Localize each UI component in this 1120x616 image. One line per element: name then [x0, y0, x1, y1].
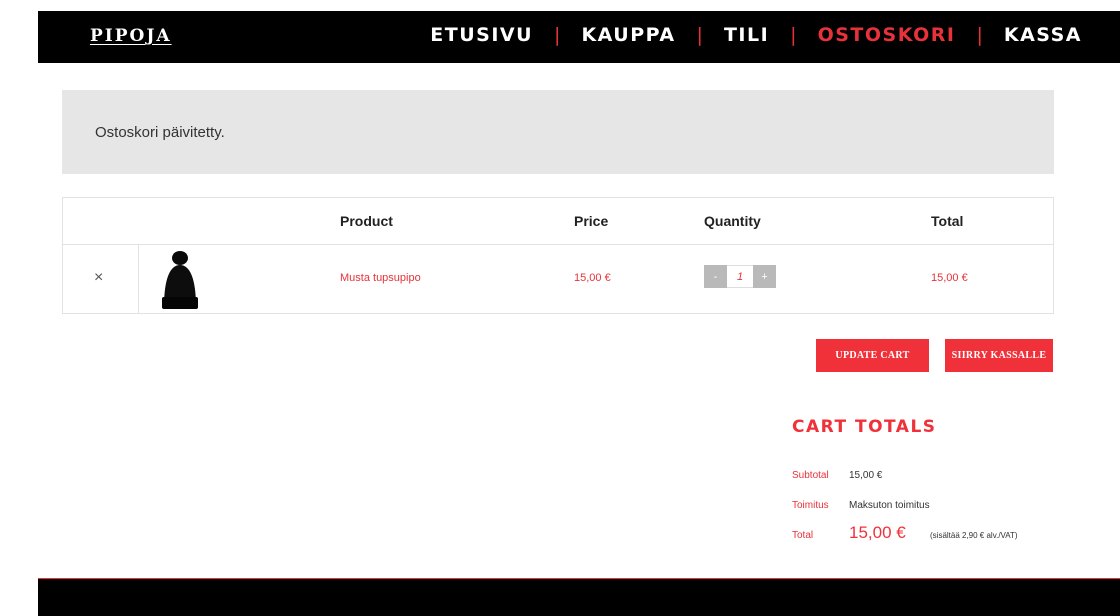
product-name-link[interactable]: Musta tupsupipo [340, 272, 421, 284]
subtotal-label: Subtotal [792, 470, 829, 481]
column-header-price: Price [574, 213, 609, 229]
quantity-decrease-button[interactable]: - [704, 265, 727, 288]
grand-total-value: 15,00 € [849, 523, 906, 542]
nav-separator: | [554, 24, 561, 46]
vat-note: (sisältää 2,90 € alv./VAT) [930, 531, 1018, 540]
notice-message: Ostoskori päivitetty. [95, 124, 225, 141]
remove-cell: × [63, 245, 139, 314]
nav-separator: | [790, 24, 797, 46]
top-navigation-bar: PIPOJA ETUSIVU | KAUPPA | TILI | OSTOSKO… [38, 11, 1120, 63]
nav-item-tili[interactable]: TILI [724, 24, 769, 46]
nav-item-kassa[interactable]: KASSA [1004, 24, 1082, 46]
column-header-quantity: Quantity [704, 213, 761, 229]
quantity-input[interactable] [727, 265, 753, 288]
cart-totals-heading: CART TOTALS [792, 417, 937, 437]
nav-separator: | [696, 24, 703, 46]
nav-item-kauppa[interactable]: KAUPPA [581, 24, 675, 46]
nav-separator: | [976, 24, 983, 46]
site-logo[interactable]: PIPOJA [90, 26, 172, 46]
subtotal-value: 15,00 € [849, 470, 883, 481]
quantity-increase-button[interactable]: + [753, 265, 776, 288]
main-nav: ETUSIVU | KAUPPA | TILI | OSTOSKORI | KA… [430, 24, 1082, 46]
product-price: 15,00 € [574, 272, 611, 284]
cart-updated-notice: Ostoskori päivitetty. [62, 90, 1054, 174]
footer [38, 578, 1120, 616]
table-row: × Musta tupsupipo 15,00 € - + 15,00 € [63, 245, 1053, 314]
nav-item-ostoskori[interactable]: OSTOSKORI [818, 24, 956, 46]
remove-item-button[interactable]: × [94, 269, 103, 287]
shipping-label: Toimitus [792, 500, 829, 511]
column-header-product: Product [340, 213, 393, 229]
black-beanie-icon[interactable] [156, 249, 200, 311]
cart-table: Product Price Quantity Total × Musta tup… [62, 197, 1054, 314]
column-header-total: Total [931, 213, 964, 229]
update-cart-button[interactable]: UPDATE CART [816, 339, 929, 372]
nav-item-etusivu[interactable]: ETUSIVU [430, 24, 533, 46]
line-total: 15,00 € [931, 272, 968, 284]
total-label: Total [792, 530, 814, 541]
shipping-value: Maksuton toimitus [849, 500, 930, 511]
proceed-to-checkout-button[interactable]: SIIRRY KASSALLE [945, 339, 1053, 372]
quantity-stepper: - + [704, 265, 776, 288]
table-header: Product Price Quantity Total [63, 198, 1053, 245]
